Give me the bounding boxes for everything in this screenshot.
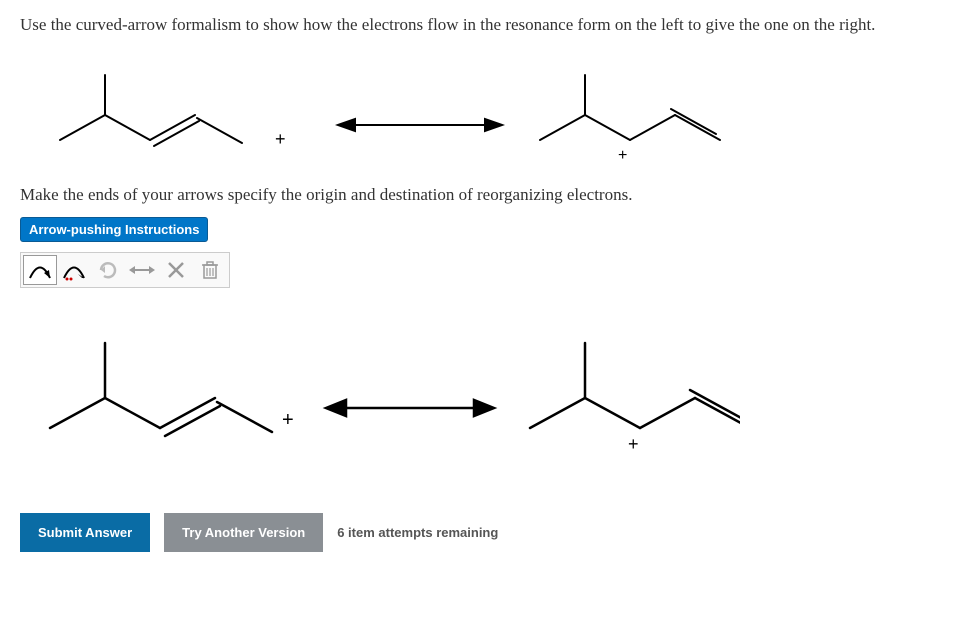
svg-text:+: + <box>275 129 286 149</box>
svg-text:+: + <box>628 434 639 454</box>
question-line-1: Use the curved-arrow formalism to show h… <box>20 15 951 35</box>
delete-tool[interactable] <box>159 255 193 285</box>
trash-tool[interactable] <box>193 255 227 285</box>
reference-diagram: + + <box>20 45 951 170</box>
submit-button[interactable]: Submit Answer <box>20 513 150 552</box>
rotate-tool[interactable] <box>91 255 125 285</box>
footer: Submit Answer Try Another Version 6 item… <box>20 513 951 552</box>
question-line-2: Make the ends of your arrows specify the… <box>20 185 951 205</box>
attempts-remaining: 6 item attempts remaining <box>337 525 498 540</box>
resonance-arrow-tool[interactable] <box>125 255 159 285</box>
full-arrow-tool[interactable] <box>23 255 57 285</box>
drawing-canvas[interactable]: + + <box>20 318 951 473</box>
half-arrow-tool[interactable] <box>57 255 91 285</box>
svg-text:+: + <box>618 147 627 164</box>
svg-text:+: + <box>282 409 294 431</box>
try-another-button[interactable]: Try Another Version <box>164 513 323 552</box>
drawing-toolbar <box>20 252 230 288</box>
arrow-pushing-instructions-button[interactable]: Arrow-pushing Instructions <box>20 217 208 242</box>
